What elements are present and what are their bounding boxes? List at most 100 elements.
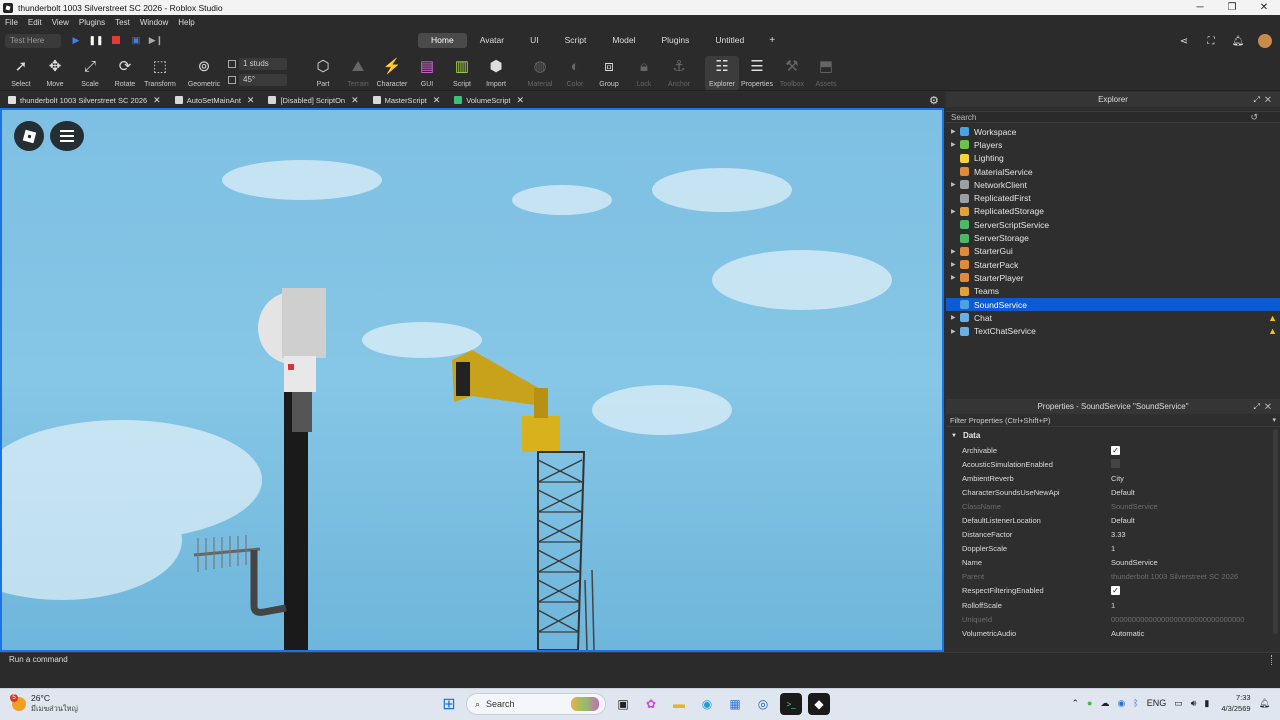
expand-arrow-icon[interactable]: ▶ (951, 141, 959, 148)
3d-viewport[interactable] (0, 108, 944, 652)
tab-home[interactable]: Home (418, 33, 467, 48)
viewport-settings-gear-icon[interactable]: ⚙ (929, 94, 939, 107)
pause-icon[interactable]: ❚❚ (88, 33, 104, 47)
checkbox-checked[interactable]: ✓ (1111, 445, 1120, 455)
property-row-classname[interactable]: ClassName SoundService (946, 499, 1280, 513)
explorer-item-serverscriptservice[interactable]: ServerScriptService (946, 218, 1280, 231)
script-tool[interactable]: ▥ Script (445, 56, 479, 88)
collaborate-icon[interactable]: ⛶ (1204, 34, 1218, 48)
panel-window-icons[interactable]: ⤢✕ (1254, 399, 1277, 414)
property-row-parent[interactable]: Parent thunderbolt 1003 Silverstreet SC 2… (946, 570, 1280, 584)
taskbar-search[interactable]: ⌕ Search (466, 693, 606, 715)
select-tool[interactable]: ➚ Select (4, 56, 38, 88)
color-tool[interactable]: ◐ Color (558, 56, 592, 89)
tray-overflow-chevron-icon[interactable]: ⌃ (1071, 698, 1079, 709)
chevron-down-icon[interactable]: ▾ (1272, 414, 1276, 427)
menu-window[interactable]: Window (140, 18, 168, 27)
copilot-icon[interactable]: ✿ (640, 693, 662, 715)
property-row-rolloffscale[interactable]: RolloffScale 1 (946, 598, 1280, 612)
checkbox-checked[interactable]: ✓ (1111, 586, 1120, 596)
tab-untitled[interactable]: Untitled (702, 33, 757, 48)
tab-script[interactable]: Script (552, 33, 600, 48)
step-icon[interactable]: ▶❙ (148, 33, 164, 47)
tab-ui[interactable]: UI (517, 33, 552, 48)
explorer-search-input[interactable]: Search ↺ (946, 111, 1280, 123)
checkbox-unchecked[interactable] (1111, 458, 1120, 468)
toolbox-toggle[interactable]: ⚒ Toolbox (775, 56, 809, 88)
steam-icon[interactable]: ◎ (752, 693, 774, 715)
history-icon[interactable]: ↺ (1250, 112, 1258, 123)
command-bar[interactable]: Run a command (0, 652, 1280, 666)
move-tool[interactable]: ✥ Move (38, 56, 72, 88)
explorer-item-startergui[interactable]: ▶ StarterGui (946, 245, 1280, 258)
move-snap-checkbox[interactable] (228, 60, 236, 68)
rotate-snap-input[interactable]: 45° (239, 74, 287, 86)
anchor-tool[interactable]: ⚓︎ Anchor (662, 56, 696, 88)
expand-arrow-icon[interactable]: ▶ (951, 181, 959, 188)
explorer-item-materialservice[interactable]: MaterialService (946, 165, 1280, 178)
character-tool[interactable]: ⚡ Character (375, 56, 409, 88)
close-icon[interactable]: ✕ (153, 95, 161, 106)
properties-toggle[interactable]: ☰ Properties (740, 56, 774, 88)
explorer-item-replicatedfirst[interactable]: ReplicatedFirst (946, 191, 1280, 204)
property-value[interactable]: SoundService (1111, 558, 1158, 567)
property-value[interactable]: 1 (1111, 544, 1115, 553)
hamburger-menu-button[interactable] (50, 121, 84, 151)
explorer-item-teams[interactable]: Teams (946, 285, 1280, 298)
edge-browser-icon[interactable]: ◉ (696, 693, 718, 715)
file-explorer-icon[interactable]: ▬ (668, 693, 690, 715)
language-indicator[interactable]: ENG (1147, 698, 1167, 708)
expand-arrow-icon[interactable]: ▶ (951, 261, 959, 268)
property-row-acousticsimulationenabled[interactable]: AcousticSimulationEnabled (946, 457, 1280, 471)
rotate-tool[interactable]: ⟳ Rotate (108, 56, 142, 88)
property-value[interactable]: 3.33 (1111, 530, 1126, 539)
close-icon[interactable]: ✕ (351, 95, 359, 106)
menu-edit[interactable]: Edit (28, 18, 42, 27)
add-tab-icon[interactable]: + (757, 33, 787, 48)
onedrive-icon[interactable]: ☁ (1100, 698, 1109, 709)
explorer-item-chat[interactable]: ▶ Chat ▲ (946, 311, 1280, 324)
avatar[interactable] (1258, 34, 1272, 48)
assets-toggle[interactable]: ⬒ Assets (809, 56, 843, 88)
property-value[interactable]: ✓ (1111, 586, 1120, 596)
explorer-item-players[interactable]: ▶ Players (946, 138, 1280, 151)
close-button[interactable]: ✕ (1248, 0, 1280, 15)
group-tool[interactable]: ⧈ Group (592, 56, 626, 89)
doc-tab-volumescript[interactable]: VolumeScript ✕ (446, 92, 530, 108)
tray-app-icon[interactable]: ● (1087, 698, 1092, 708)
property-row-uniqueid[interactable]: UniqueId 00000000000000000000000000000000 (946, 612, 1280, 626)
property-row-respectfilteringenabled[interactable]: RespectFilteringEnabled ✓ (946, 584, 1280, 598)
transform-tool[interactable]: ⬚ Transform (143, 56, 177, 88)
bluetooth-icon[interactable]: ᛒ (1133, 698, 1138, 708)
tab-model[interactable]: Model (599, 33, 648, 48)
explorer-item-networkclient[interactable]: ▶ NetworkClient (946, 178, 1280, 191)
property-value[interactable]: Default (1111, 488, 1135, 497)
move-snap-input[interactable]: 1 studs (239, 58, 287, 70)
expand-arrow-icon[interactable]: ▶ (951, 328, 959, 335)
volume-icon[interactable]: 🔊︎ (1191, 698, 1197, 709)
menu-plugins[interactable]: Plugins (79, 18, 105, 27)
explorer-item-soundservice[interactable]: SoundService (946, 297, 1280, 312)
import-tool[interactable]: ⬢ Import (479, 56, 513, 88)
geometric-tool[interactable]: ⊚ Geometric (187, 56, 221, 88)
tray-app-icon-2[interactable]: ◉ (1117, 698, 1125, 709)
weather-widget[interactable]: 5 26°C มีเมฆส่วนใหญ่ (10, 693, 78, 715)
explorer-item-serverstorage[interactable]: ServerStorage (946, 231, 1280, 244)
stop-icon[interactable] (108, 33, 124, 47)
expand-arrow-icon[interactable]: ▶ (951, 128, 959, 135)
tab-plugins[interactable]: Plugins (649, 33, 703, 48)
gui-tool[interactable]: ▤ GUI (410, 56, 444, 88)
network-icon[interactable]: ▭ (1174, 698, 1183, 709)
menu-test[interactable]: Test (115, 18, 130, 27)
maximize-button[interactable]: ❐ (1216, 0, 1248, 15)
panel-window-icons[interactable]: ⤢✕ (1254, 92, 1277, 107)
menu-help[interactable]: Help (178, 18, 194, 27)
windows-start-icon[interactable]: ⊞ (438, 693, 460, 715)
property-value[interactable]: 1 (1111, 601, 1115, 610)
tab-avatar[interactable]: Avatar (467, 33, 517, 48)
property-row-distancefactor[interactable]: DistanceFactor 3.33 (946, 528, 1280, 542)
property-row-ambientreverb[interactable]: AmbientReverb City (946, 471, 1280, 485)
battery-icon[interactable]: ▮ (1204, 698, 1209, 709)
play-icon[interactable]: ▶ (68, 33, 84, 47)
property-row-dopplerscale[interactable]: DopplerScale 1 (946, 542, 1280, 556)
